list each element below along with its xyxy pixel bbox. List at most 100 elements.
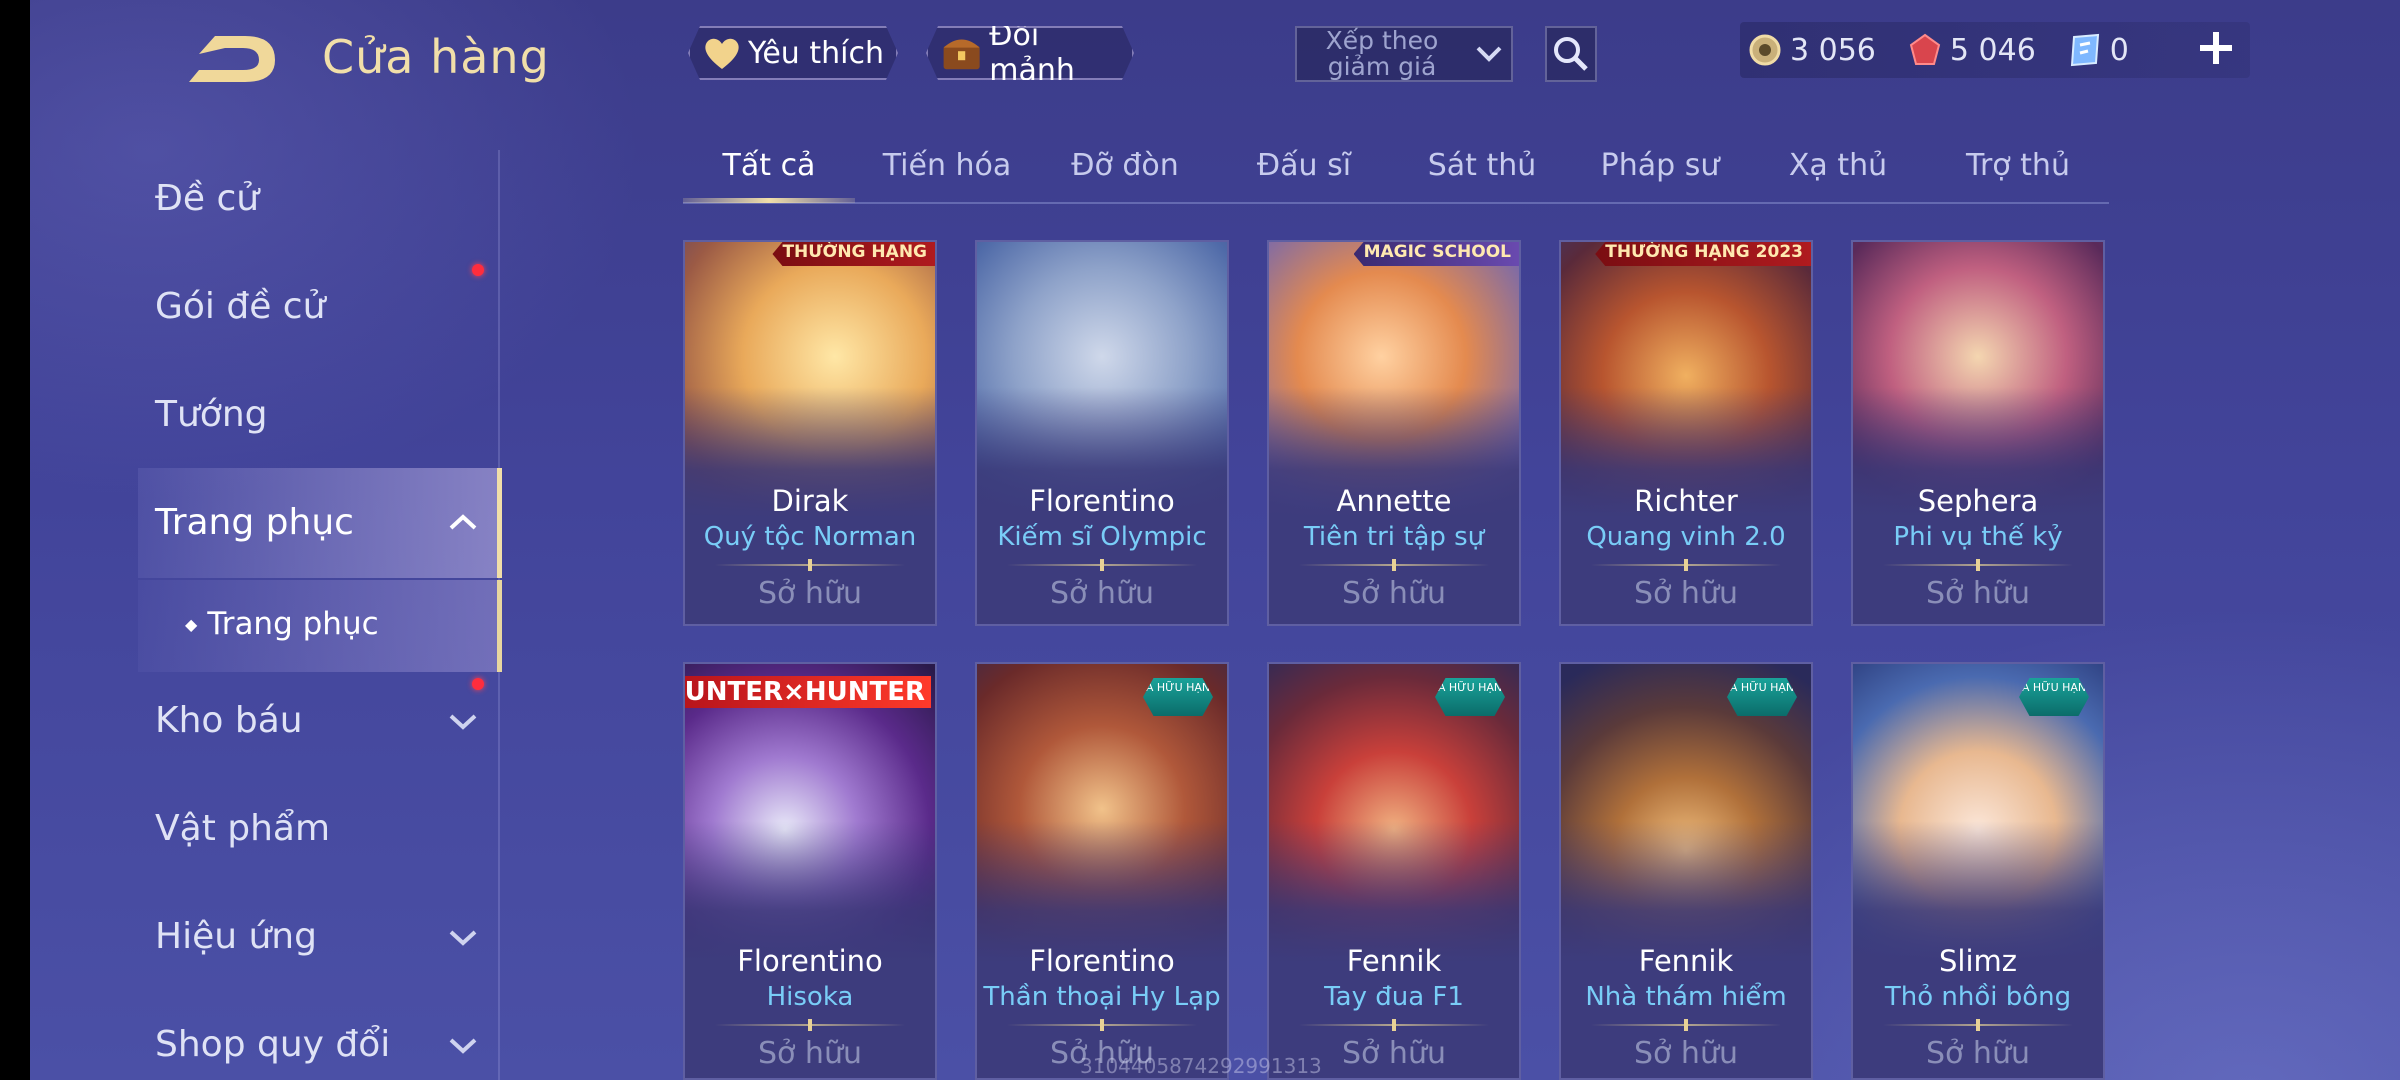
- sidebar-item-recommended-bundles[interactable]: Gói đề cử: [155, 286, 325, 327]
- owned-status: Sở hữu: [1926, 576, 2030, 611]
- limited-badge: A HỮU HẠN: [1143, 678, 1213, 716]
- chevron-down-icon: [1476, 46, 1502, 62]
- gem-amount: 5 046: [1949, 32, 2036, 68]
- limited-badge-text: A HỮU HẠN: [1729, 681, 1795, 694]
- collab-logo: HUNTER×HUNTER: [685, 676, 931, 708]
- limited-badge-text: A HỮU HẠN: [1145, 681, 1211, 694]
- notification-dot: [472, 678, 484, 690]
- sidebar-item-label: Vật phẩm: [155, 808, 331, 849]
- hero-name: Sephera: [1917, 484, 2039, 518]
- currency-bar: 3 056 5 046 0: [1740, 22, 2250, 78]
- treasure-chest-icon: [940, 31, 983, 75]
- rank-badge: THƯỜNG HẠNG 2023: [1595, 242, 1811, 266]
- owned-status: Sở hữu: [1342, 576, 1446, 611]
- sidebar-item-label: Shop quy đổi: [155, 1024, 391, 1065]
- sidebar-item-exchange-shop[interactable]: Shop quy đổi: [155, 1024, 390, 1065]
- skin-name: Quang vinh 2.0: [1586, 522, 1786, 552]
- skin-card[interactable]: Sephera Phi vụ thế kỷ Sở hữu: [1851, 240, 2105, 626]
- voucher-amount: 0: [2109, 32, 2129, 68]
- sidebar-item-effects[interactable]: Hiệu ứng: [155, 916, 317, 957]
- skin-name: Quý tộc Norman: [703, 522, 917, 552]
- heart-icon: [702, 35, 742, 71]
- skin-name: Phi vụ thế kỷ: [1893, 522, 2063, 552]
- owned-status: Sở hữu: [1926, 1036, 2030, 1071]
- tab-marksman[interactable]: Xạ thủ: [1789, 148, 1887, 183]
- hero-name: Annette: [1336, 484, 1452, 518]
- skin-name: Thỏ nhồi bông: [1884, 982, 2072, 1012]
- chevron-up-icon: [449, 514, 477, 530]
- sidebar-item-heroes[interactable]: Tướng: [155, 394, 268, 435]
- skin-name: Tay đua F1: [1324, 982, 1464, 1012]
- card-divider: [1299, 559, 1489, 571]
- skin-card[interactable]: THƯỜNG HẠNG 2023 Richter Quang vinh 2.0 …: [1559, 240, 1813, 626]
- chevron-down-icon: [449, 930, 477, 946]
- category-tabs: Tất cả Tiến hóa Đỡ đòn Đấu sĩ Sát thủ Ph…: [683, 140, 2109, 204]
- fragments-label: Đổi mảnh: [989, 18, 1075, 88]
- favorites-label: Yêu thích: [748, 35, 884, 71]
- skin-name: Hisoka: [766, 982, 854, 1012]
- skin-name: Thần thoại Hy Lạp: [983, 982, 1221, 1012]
- sort-selected-value: Xếp theo giảm giá: [1325, 26, 1439, 81]
- card-divider: [1007, 1019, 1197, 1031]
- skin-card[interactable]: A HỮU HẠN Fennik Tay đua F1 Sở hữu: [1267, 662, 1521, 1080]
- skin-name: Kiếm sĩ Olympic: [997, 522, 1207, 552]
- voucher-currency: 0: [2068, 33, 2129, 68]
- limited-badge-text: A HỮU HẠN: [1437, 681, 1503, 694]
- hero-name: Fennik: [1346, 944, 1442, 978]
- sidebar-item-label: Hiệu ứng: [155, 916, 317, 957]
- tab-support[interactable]: Trợ thủ: [1966, 148, 2070, 183]
- sidebar-item-label: Đề cử: [155, 178, 260, 219]
- skin-card[interactable]: MAGIC SCHOOL Annette Tiên tri tập sự Sở …: [1267, 240, 1521, 626]
- chevron-down-icon: [449, 1038, 477, 1054]
- chevron-down-icon: [449, 714, 477, 730]
- sidebar-item-items[interactable]: Vật phẩm: [155, 808, 330, 849]
- skin-card[interactable]: Florentino Kiếm sĩ Olympic Sở hữu: [975, 240, 1229, 626]
- limited-badge-text: A HỮU HẠN: [2021, 681, 2087, 694]
- skin-card[interactable]: A HỮU HẠN Florentino Thần thoại Hy Lạp S…: [975, 662, 1229, 1080]
- hero-name: Fennik: [1638, 944, 1734, 978]
- skin-card[interactable]: THƯỜNG HẠNG Dirak Quý tộc Norman Sở hữu: [683, 240, 937, 626]
- search-icon: [1554, 37, 1588, 71]
- skin-card[interactable]: A HỮU HẠN Fennik Nhà thám hiểm Sở hữu: [1559, 662, 1813, 1080]
- limited-badge: A HỮU HẠN: [1435, 678, 1505, 716]
- hero-name: Florentino: [737, 944, 883, 978]
- gold-amount: 3 056: [1790, 32, 1876, 68]
- tab-tank[interactable]: Đỡ đòn: [1071, 148, 1179, 183]
- left-screen-edge: [0, 0, 30, 1080]
- sidebar-item-recommended[interactable]: Đề cử: [155, 178, 259, 219]
- tab-assassin[interactable]: Sát thủ: [1428, 148, 1537, 183]
- tab-all[interactable]: Tất cả: [723, 148, 816, 183]
- card-divider: [1007, 559, 1197, 571]
- rank-badge: THƯỜNG HẠNG: [772, 242, 935, 266]
- gold-currency: 3 056: [1748, 33, 1876, 68]
- hero-name: Slimz: [1939, 944, 2017, 978]
- notification-dot: [472, 264, 484, 276]
- skin-name: Nhà thám hiểm: [1585, 982, 1787, 1012]
- tab-evolution[interactable]: Tiến hóa: [883, 148, 1012, 183]
- card-divider: [1591, 1019, 1781, 1031]
- event-badge: MAGIC SCHOOL: [1353, 242, 1519, 266]
- sidebar-item-skins[interactable]: Trang phục: [155, 502, 354, 543]
- sidebar-subitem-skins[interactable]: ◆ Trang phục: [185, 606, 379, 642]
- skin-card[interactable]: A HỮU HẠN Slimz Thỏ nhồi bông Sở hữu: [1851, 662, 2105, 1080]
- hero-name: Dirak: [771, 484, 849, 518]
- sidebar-item-label: Trang phục: [155, 502, 354, 543]
- owned-status: Sở hữu: [758, 576, 862, 611]
- voucher-icon: [2070, 33, 2099, 67]
- sort-dropdown[interactable]: Xếp theo giảm giá: [1295, 26, 1513, 82]
- add-currency-button[interactable]: [2196, 28, 2236, 68]
- search-button[interactable]: [1545, 26, 1597, 82]
- skin-card[interactable]: HUNTER×HUNTER Florentino Hisoka Sở hữu: [683, 662, 937, 1080]
- red-gem-icon: [1909, 33, 1941, 65]
- gem-currency: 5 046: [1908, 33, 2036, 68]
- fragment-exchange-button[interactable]: Đổi mảnh: [926, 26, 1134, 80]
- sidebar-item-treasure[interactable]: Kho báu: [155, 700, 303, 741]
- hero-name: Florentino: [1029, 484, 1175, 518]
- card-divider: [1883, 559, 2073, 571]
- owned-status: Sở hữu: [758, 1036, 862, 1071]
- limited-badge: A HỮU HẠN: [1727, 678, 1797, 716]
- limited-badge: A HỮU HẠN: [2019, 678, 2089, 716]
- favorites-button[interactable]: Yêu thích: [688, 26, 898, 80]
- tab-fighter[interactable]: Đấu sĩ: [1257, 148, 1351, 183]
- tab-mage[interactable]: Pháp sư: [1601, 148, 1720, 183]
